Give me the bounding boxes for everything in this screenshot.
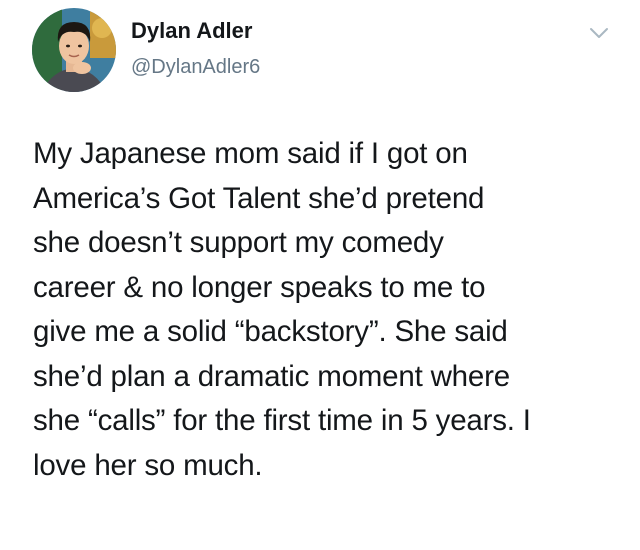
author-handle[interactable]: @DylanAdler6 <box>131 56 260 79</box>
tweet-text-line: give me a solid “backstory”. She said <box>33 315 508 348</box>
avatar-image <box>32 8 116 92</box>
tweet-text-line: she’d plan a dramatic moment where <box>33 359 510 393</box>
author-avatar[interactable] <box>32 8 116 92</box>
tweet-text: My Japanese mom said if I got on America… <box>33 132 628 488</box>
tweet-text-line: she “calls” for the first time in 5 year… <box>33 404 531 437</box>
author-display-name[interactable]: Dylan Adler <box>131 18 252 44</box>
tweet-text-line: she doesn’t support my comedy <box>33 226 444 259</box>
chevron-down-icon[interactable] <box>588 24 610 42</box>
tweet-text-line: love her so much. <box>33 448 263 482</box>
tweet-card: Dylan Adler @DylanAdler6 My Japanese mom… <box>0 0 640 550</box>
tweet-text-line: America’s Got Talent she’d pretend <box>33 181 485 215</box>
tweet-text-line: My Japanese mom said if I got on <box>33 137 468 170</box>
tweet-text-line: career & no longer speaks to me to <box>33 270 486 304</box>
